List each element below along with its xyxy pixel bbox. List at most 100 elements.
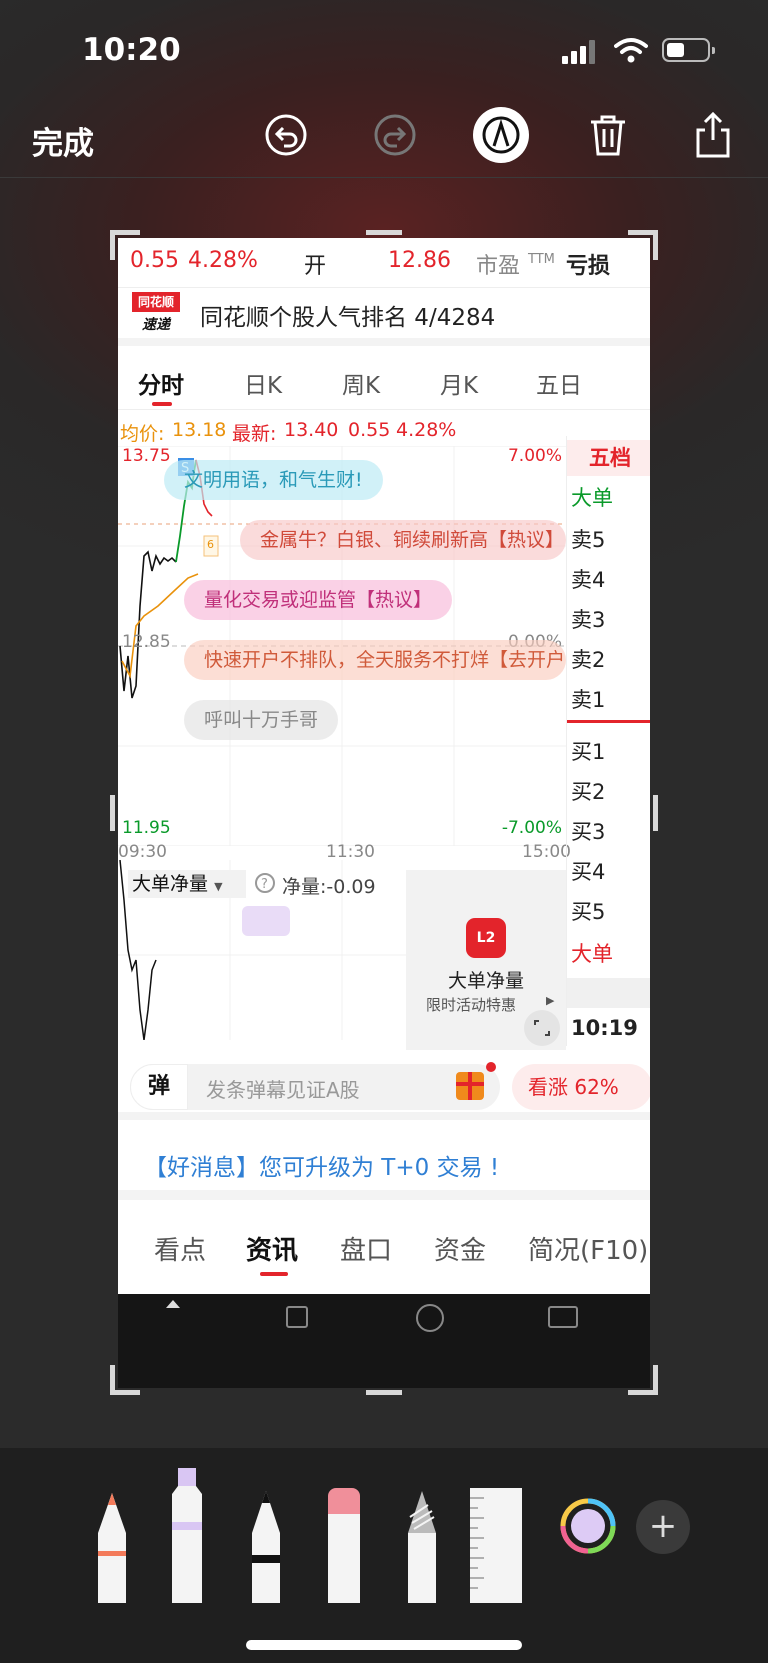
tab-news[interactable]: 资讯	[246, 1230, 298, 1267]
bottom-tab-underline	[260, 1272, 288, 1276]
danmaku-bubble-5[interactable]: 呼叫十万手哥	[184, 700, 339, 740]
bullish-button[interactable]: 看涨 62%	[512, 1064, 650, 1110]
tab-monthly-k[interactable]: 月K	[440, 366, 478, 400]
l2-promo-card[interactable]: L2 大单净量 限时活动特惠 ▶	[406, 870, 566, 1050]
crop-handle-bottom[interactable]	[366, 1390, 402, 1395]
crop-handle-right[interactable]	[653, 795, 658, 831]
time-start: 09:30	[118, 842, 167, 862]
y-high: 13.75	[122, 446, 171, 466]
color-picker-icon[interactable]	[560, 1498, 616, 1554]
eraser-tool-icon[interactable]	[324, 1488, 364, 1603]
danmaku-toggle[interactable]: 弹	[130, 1064, 188, 1110]
y-mid: 12.85	[122, 632, 171, 652]
help-icon[interactable]: ?	[254, 872, 276, 894]
crop-handle-top-left-v[interactable]	[110, 230, 115, 260]
lasso-tool-icon[interactable]	[402, 1483, 442, 1603]
order-book-panel: 五档 大单 卖5 卖4 卖3 卖2 卖1 买1 买2 买3 买4 买5 大单 1…	[566, 436, 650, 1046]
sell-2: 卖2	[571, 648, 606, 672]
tab-highlights[interactable]: 看点	[154, 1230, 206, 1267]
danmaku-input[interactable]: 弹 发条弹幕见证A股	[130, 1062, 500, 1110]
buy-3: 买3	[571, 820, 606, 844]
tab-weekly-k[interactable]: 周K	[342, 366, 380, 400]
net-volume-panel: 大单净量 ▼ ? 净量:-0.09 L2 大单净量 限时活动特惠 ▶	[118, 860, 566, 1050]
pencil-tool-icon[interactable]	[246, 1483, 286, 1603]
tab-intraday[interactable]: 分时	[138, 366, 184, 400]
content-tabs: 看点 资讯 盘口 资金 简况(F10)	[118, 1208, 650, 1298]
intraday-chart[interactable]: S 13.75 12.85 11.95 7.00% 0.00% -7.00% 6…	[118, 446, 566, 846]
chart-period-tabs: 分时 日K 周K 月K 五日	[118, 354, 650, 410]
danmaku-bubble-3[interactable]: 量化交易或迎监管【热议】	[184, 580, 453, 620]
tab-five-day[interactable]: 五日	[536, 366, 582, 400]
quote-change: 0.55	[130, 248, 179, 273]
indicator-select[interactable]: 大单净量 ▼	[128, 870, 246, 898]
news-banner[interactable]: 【好消息】您可升级为 T+0 交易 !	[118, 1128, 650, 1200]
tab-daily-k[interactable]: 日K	[244, 366, 282, 400]
popularity-rank[interactable]: 同花顺 速递 同花顺个股人气排名 4/4284	[118, 290, 650, 346]
home-indicator[interactable]	[246, 1640, 522, 1650]
share-icon[interactable]	[688, 110, 738, 160]
crop-handle-bottom-left-v[interactable]	[110, 1365, 115, 1395]
crop-handle-top-right-v[interactable]	[653, 230, 658, 260]
indicator-label: 大单净量	[132, 873, 209, 895]
redo-icon[interactable]	[370, 110, 420, 160]
expand-icon[interactable]	[524, 1010, 560, 1046]
window-icon[interactable]	[548, 1306, 578, 1328]
danmaku-bubble-1[interactable]: 文明用语，和气生财!	[164, 460, 383, 500]
danmaku-bubble-2[interactable]: 金属牛？白银、铜续刷新高【热议】	[240, 520, 566, 560]
highlighter-tool-icon[interactable]	[168, 1468, 208, 1603]
sell-5: 卖5	[571, 528, 606, 552]
tab-order-book[interactable]: 盘口	[340, 1230, 392, 1267]
y-low: 11.95	[122, 818, 171, 838]
avg-value: 13.18	[172, 419, 227, 441]
wifi-icon	[614, 38, 648, 63]
gift-icon[interactable]	[456, 1072, 484, 1100]
pe-value: 亏损	[566, 254, 611, 279]
document-icon[interactable]	[286, 1306, 308, 1328]
net-volume-value: 净量:-0.09	[282, 876, 376, 898]
trash-icon[interactable]	[583, 110, 633, 160]
quote-bar: 0.55 4.28% 开 12.86 市盈 TTM 亏损	[118, 238, 650, 288]
markup-toolbar: 完成	[0, 100, 768, 178]
chart-marker: 6	[207, 538, 214, 551]
undo-icon[interactable]	[261, 110, 311, 160]
ths-logo: 同花顺 速递	[132, 290, 180, 336]
star-icon[interactable]	[416, 1304, 444, 1332]
open-value: 12.86	[388, 248, 451, 273]
tab-capital[interactable]: 资金	[434, 1230, 486, 1267]
sell-1: 卖1	[571, 688, 606, 712]
tab-overview[interactable]: 简况(F10)	[528, 1230, 648, 1267]
chevron-down-icon: ▼	[214, 880, 223, 893]
caret-right-icon: ▶	[546, 994, 555, 1007]
order-book-title[interactable]: 五档	[567, 440, 650, 476]
buy-1: 买1	[571, 740, 606, 764]
buy-2: 买2	[571, 780, 606, 804]
add-icon[interactable]: +	[636, 1500, 690, 1554]
battery-icon	[662, 38, 715, 62]
tick-bar	[567, 978, 650, 1008]
latest-value: 13.40	[284, 419, 339, 441]
ruler-tool-icon[interactable]	[468, 1488, 524, 1603]
markup-pen-icon[interactable]	[472, 106, 530, 164]
danmaku-comment-bar: 弹 发条弹幕见证A股 看涨 62%	[118, 1048, 650, 1120]
up-arrow-icon[interactable]	[166, 1300, 180, 1308]
crop-handle-top[interactable]	[366, 230, 402, 235]
done-button[interactable]: 完成	[32, 118, 94, 163]
pen-tool-icon[interactable]	[92, 1483, 132, 1603]
time-end: 15:00	[522, 842, 571, 862]
crop-handle-left[interactable]	[110, 795, 115, 831]
order-book-divider	[567, 720, 650, 723]
logo-bottom-text: 速递	[142, 317, 170, 333]
big-order-label-2: 大单	[571, 942, 613, 966]
sell-4: 卖4	[571, 568, 606, 592]
danmaku-bubble-4[interactable]: 快速开户不排队，全天服务不打烊【去开户】	[184, 640, 566, 680]
markup-tools-tray: +	[0, 1448, 768, 1663]
signal-icon	[562, 40, 598, 64]
screenshot-content: 0.55 4.28% 开 12.86 市盈 TTM 亏损 同花顺 速递 同花顺个…	[118, 238, 650, 1388]
sell-3: 卖3	[571, 608, 606, 632]
status-time: 10:20	[82, 32, 181, 68]
buy-4: 买4	[571, 860, 606, 884]
open-label: 开	[304, 254, 327, 279]
rank-text: 同花顺个股人气排名 4/4284	[200, 305, 496, 331]
screenshot-editor: 10:20 完成 0.55 4.28% 开 12.86 市盈 TTM 亏损 同花…	[0, 0, 768, 1663]
crop-handle-bottom-right-v[interactable]	[653, 1365, 658, 1395]
